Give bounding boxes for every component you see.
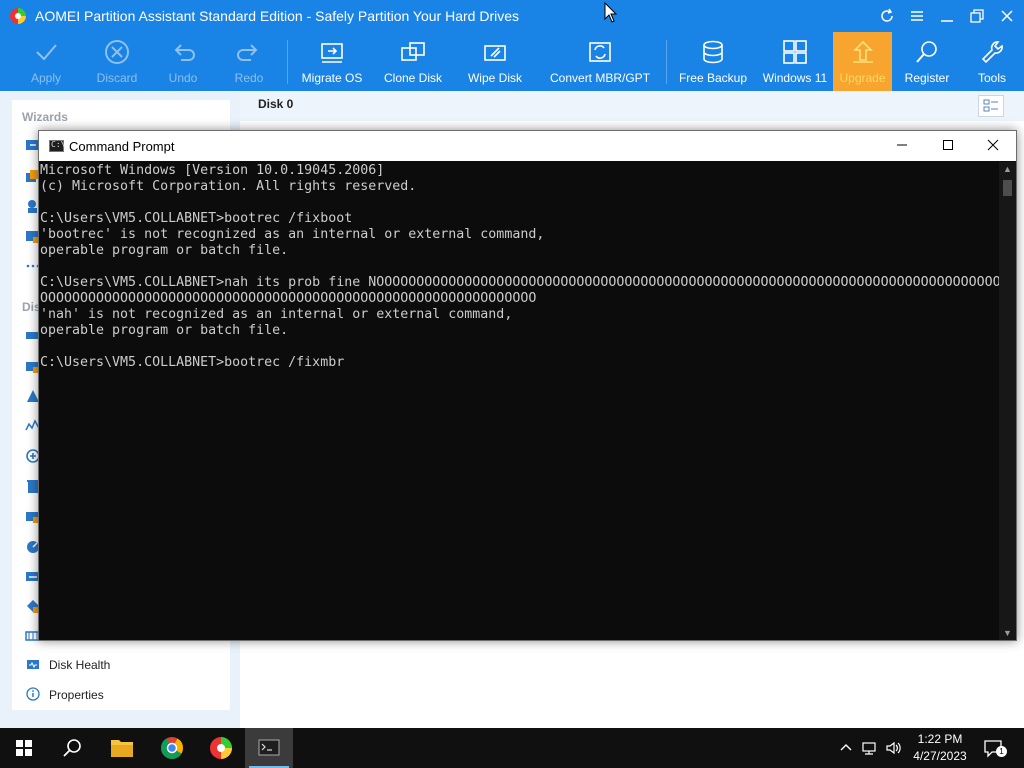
- discard-button[interactable]: Discard: [89, 32, 145, 91]
- redo-icon: [237, 44, 258, 61]
- scroll-up-icon[interactable]: ▲: [999, 162, 1016, 176]
- console-line: operable program or batch file.: [40, 243, 289, 258]
- console-line: C:\Users\VM5.COLLABNET>bootrec /fixboot: [40, 211, 353, 226]
- notifications-button[interactable]: 1: [982, 738, 1007, 758]
- free-backup-button[interactable]: Free Backup: [678, 32, 748, 91]
- chrome-icon: [161, 737, 183, 759]
- console-scrollbar[interactable]: ▲ ▼: [999, 162, 1016, 640]
- cmd-icon: C:\_: [49, 140, 70, 152]
- search-button[interactable]: [48, 728, 96, 768]
- wrench-icon: [981, 41, 1003, 64]
- list-view-icon: [983, 99, 998, 112]
- toolbar-separator: [287, 40, 288, 84]
- close-icon[interactable]: [996, 6, 1018, 26]
- disk-health-icon: [27, 660, 39, 669]
- network-icon[interactable]: [860, 738, 880, 758]
- checkmark-icon: [36, 44, 57, 61]
- windows11-icon: [783, 40, 807, 64]
- sidebar-item-disk-health[interactable]: Disk Health: [22, 655, 222, 675]
- apply-button[interactable]: Apply: [18, 32, 74, 91]
- taskbar-file-explorer[interactable]: [98, 728, 146, 768]
- restore-icon[interactable]: [966, 6, 988, 26]
- taskbar: 1:22 PM 4/27/2023 1: [0, 728, 1024, 768]
- clone-disk-icon: [401, 42, 425, 61]
- taskbar-chrome[interactable]: [148, 728, 196, 768]
- info-icon: [26, 687, 40, 701]
- console-line: 'bootrec' is not recognized as an intern…: [40, 227, 545, 242]
- undo-icon: [174, 44, 195, 61]
- console-line: 'nah' is not recognized as an internal o…: [40, 307, 513, 322]
- wipe-disk-icon: [484, 45, 506, 61]
- show-hidden-icons-icon[interactable]: [836, 738, 856, 758]
- console-line: C:\Users\VM5.COLLABNET>bootrec /fixmbr: [40, 355, 345, 370]
- register-icon: [916, 41, 937, 63]
- convert-icon: [589, 42, 611, 62]
- wipe-disk-button[interactable]: Wipe Disk: [462, 32, 528, 91]
- windows-logo-icon: [16, 740, 32, 756]
- disk-header: Disk 0: [240, 91, 1024, 121]
- menu-icon[interactable]: [906, 6, 928, 26]
- cmd-taskbar-icon: [258, 739, 280, 756]
- discard-icon: [105, 40, 129, 64]
- taskbar-aomei[interactable]: [197, 728, 245, 768]
- clock-time: 1:22 PM: [917, 732, 963, 746]
- search-icon: [63, 739, 81, 757]
- command-prompt-window: C:\_ Command Prompt Microsoft Windows [V…: [38, 130, 1017, 641]
- aomei-app-icon: [210, 737, 232, 759]
- migrate-os-icon: [321, 43, 343, 63]
- backup-icon: [703, 40, 723, 64]
- volume-icon[interactable]: [884, 738, 904, 758]
- migrate-os-button[interactable]: Migrate OS: [299, 32, 365, 91]
- wizards-heading: Wizards: [22, 110, 68, 124]
- console-line: (c) Microsoft Corporation. All rights re…: [40, 179, 417, 194]
- cmd-title: Command Prompt: [69, 139, 175, 154]
- app-title: AOMEI Partition Assistant Standard Editi…: [35, 8, 520, 24]
- app-titlebar: AOMEI Partition Assistant Standard Editi…: [0, 0, 1024, 32]
- console-line: Microsoft Windows [Version 10.0.19045.20…: [40, 163, 385, 178]
- cmd-maximize-button[interactable]: [925, 131, 971, 161]
- console-line: OOOOOOOOOOOOOOOOOOOOOOOOOOOOOOOOOOOOOOOO…: [40, 291, 537, 306]
- windows11-button[interactable]: Windows 11: [760, 32, 830, 91]
- console-line: C:\Users\VM5.COLLABNET>nah its prob fine…: [40, 275, 999, 290]
- register-button[interactable]: Register: [898, 32, 956, 91]
- taskbar-clock[interactable]: 1:22 PM 4/27/2023: [906, 731, 974, 765]
- refresh-icon[interactable]: [876, 6, 898, 26]
- notification-count-badge: 1: [996, 746, 1007, 757]
- console-output[interactable]: Microsoft Windows [Version 10.0.19045.20…: [39, 162, 999, 640]
- sidebar-item-properties[interactable]: Properties: [22, 685, 222, 705]
- maximize-icon: [943, 140, 953, 150]
- mouse-cursor-icon: [604, 2, 618, 23]
- taskbar-command-prompt[interactable]: [245, 728, 293, 768]
- scroll-thumb[interactable]: [1003, 180, 1012, 196]
- tools-button[interactable]: Tools: [964, 32, 1020, 91]
- folder-icon: [111, 740, 133, 757]
- aomei-logo-icon: [10, 8, 26, 24]
- cmd-minimize-button[interactable]: [879, 131, 925, 161]
- console-line: operable program or batch file.: [40, 323, 289, 338]
- minimize-icon: [897, 144, 907, 146]
- undo-button[interactable]: Undo: [155, 32, 211, 91]
- upgrade-icon: [852, 40, 873, 63]
- redo-button[interactable]: Redo: [221, 32, 277, 91]
- minimize-icon[interactable]: [936, 6, 958, 26]
- clone-disk-button[interactable]: Clone Disk: [380, 32, 446, 91]
- toolbar-separator: [666, 40, 667, 84]
- main-toolbar: Apply Discard Undo Redo Migrate OS Clone…: [0, 32, 1024, 91]
- clock-date: 4/27/2023: [913, 749, 967, 763]
- cmd-close-button[interactable]: [970, 131, 1016, 161]
- cmd-titlebar: C:\_ Command Prompt: [39, 131, 1016, 161]
- disk-label: Disk 0: [258, 97, 294, 111]
- convert-mbr-gpt-button[interactable]: Convert MBR/GPT: [550, 32, 650, 91]
- close-icon: [987, 139, 999, 151]
- start-button[interactable]: [0, 728, 48, 768]
- scroll-down-icon[interactable]: ▼: [999, 626, 1016, 640]
- upgrade-button[interactable]: Upgrade: [833, 32, 892, 91]
- view-toggle-button[interactable]: [978, 95, 1004, 117]
